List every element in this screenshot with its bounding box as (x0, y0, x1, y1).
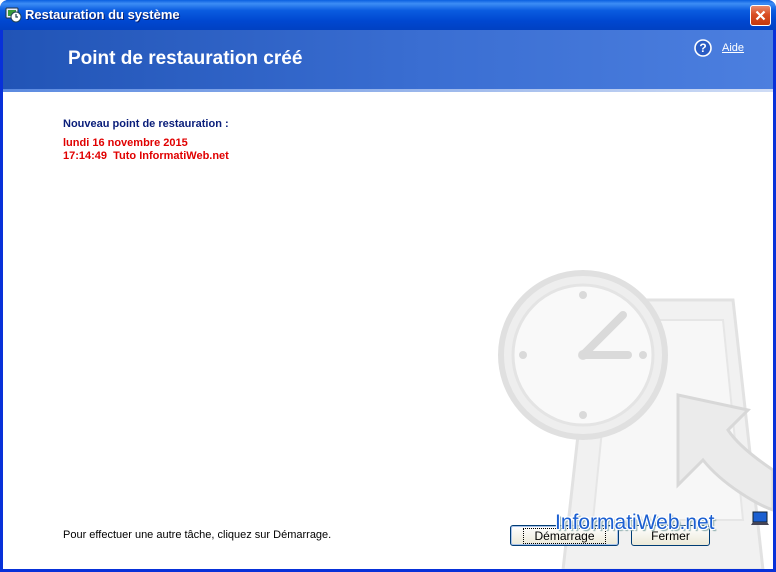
restore-point-time-name: 17:14:49 Tuto InformatiWeb.net (63, 150, 229, 162)
restore-point-date: lundi 16 novembre 2015 (63, 137, 188, 149)
brand-watermark: InformatiWeb.net (555, 511, 715, 534)
system-restore-window: Restauration du système Point de restaur… (0, 0, 776, 572)
window-title: Restauration du système (25, 7, 180, 22)
help-icon[interactable]: ? (694, 39, 712, 57)
close-icon (755, 10, 766, 21)
close-button[interactable] (750, 5, 771, 26)
new-restore-point-label: Nouveau point de restauration : (63, 118, 229, 130)
page-title: Point de restauration créé (68, 48, 303, 69)
header-divider (3, 89, 773, 92)
footer-instruction: Pour effectuer une autre tâche, cliquez … (63, 529, 332, 541)
system-restore-icon (5, 7, 22, 23)
wizard-client-area: Point de restauration créé ? Aide Nouvea… (3, 30, 773, 569)
help-link[interactable]: Aide (722, 42, 744, 54)
svg-text:?: ? (699, 41, 706, 55)
laptop-logo-icon (751, 511, 769, 525)
wizard-header: Point de restauration créé ? Aide (3, 30, 773, 89)
title-bar[interactable]: Restauration du système (0, 0, 776, 30)
